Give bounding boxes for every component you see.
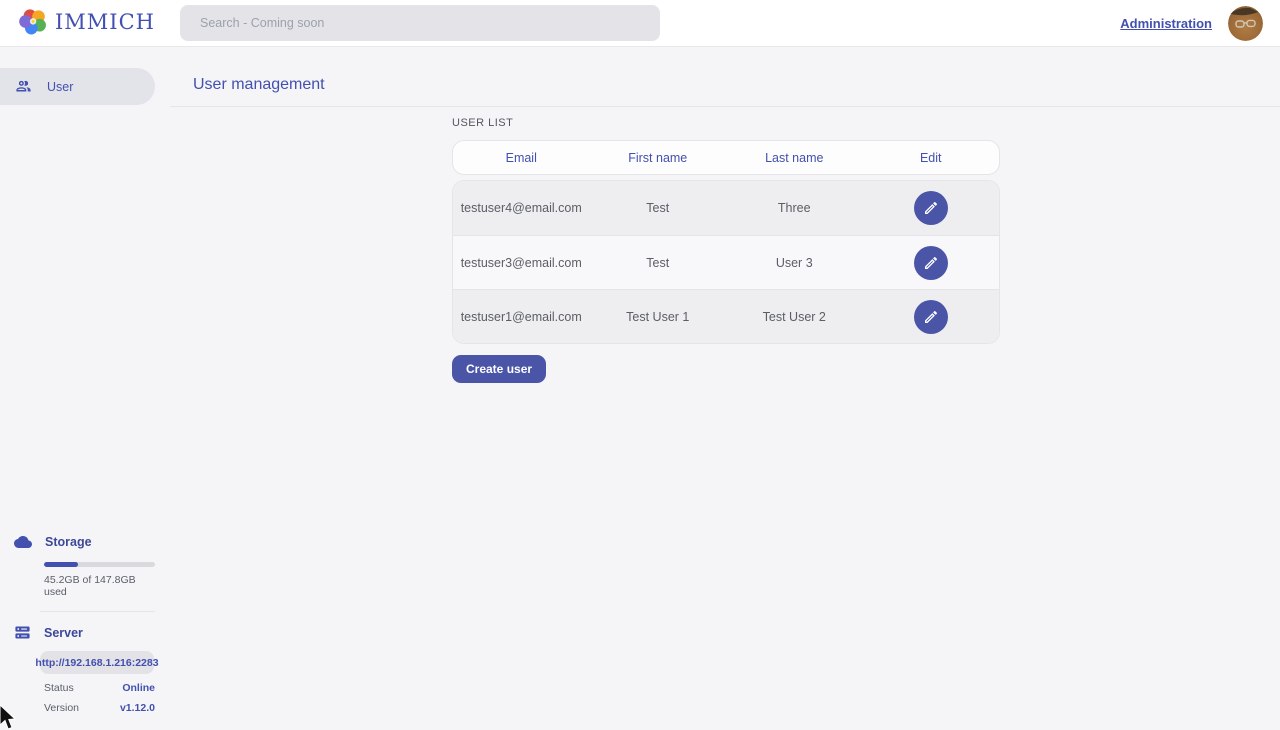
server-status-row: Status Online [44,682,155,694]
storage-heading: Storage [14,533,155,551]
version-label: Version [44,702,79,714]
section-label: USER LIST [452,117,1000,129]
sidebar-status-panel: Storage 45.2GB of 147.8GB used Server [0,533,170,730]
sidebar-item-label: User [47,80,73,94]
immich-admin-app: IMMICH Administration [0,0,1280,730]
pencil-icon [923,255,939,271]
cell-email: testuser1@email.com [453,310,590,324]
table-row: testuser4@email.com Test Three [453,181,999,235]
user-list-section: USER LIST Email First name Last name Edi… [452,117,1000,383]
edit-user-button[interactable] [914,246,948,280]
cloud-icon [14,533,32,551]
server-url-badge: http://192.168.1.216:2283 [40,651,154,674]
user-avatar[interactable] [1228,6,1263,41]
version-value: v1.12.0 [120,702,155,714]
main-content: User management USER LIST Email First na… [170,47,1280,730]
status-value: Online [122,682,155,694]
sidebar: User Storage 45.2GB of 147.8GB used [0,47,170,730]
cell-first-name: Test [590,256,727,270]
top-header: IMMICH Administration [0,0,1280,47]
cell-first-name: Test [590,201,727,215]
pencil-icon [923,200,939,216]
cell-first-name: Test User 1 [590,310,727,324]
immich-flower-icon [19,7,48,36]
server-heading: Server [14,624,155,641]
avatar-photo [1228,6,1263,41]
table-row: testuser1@email.com Test User 1 Test Use… [453,289,999,343]
title-divider [170,106,1280,107]
sidebar-divider [40,611,155,612]
column-header-email: Email [453,151,590,165]
server-title: Server [44,626,83,640]
users-icon [15,78,32,95]
sidebar-item-user[interactable]: User [0,68,155,105]
server-icon [14,624,31,641]
cell-email: testuser3@email.com [453,256,590,270]
storage-usage-text: 45.2GB of 147.8GB used [44,574,155,598]
pencil-icon [923,309,939,325]
create-user-button[interactable]: Create user [452,355,546,383]
storage-progress-bar [44,562,155,567]
table-body: testuser4@email.com Test Three testuser3… [452,180,1000,344]
column-header-last-name: Last name [726,151,863,165]
storage-progress-fill [44,562,78,567]
administration-link[interactable]: Administration [1120,16,1212,31]
cell-last-name: Three [726,201,863,215]
search-input[interactable] [180,5,660,41]
app-logo[interactable]: IMMICH [19,7,155,36]
page-title: User management [193,76,325,94]
header-right-group: Administration [1120,0,1263,46]
table-row: testuser3@email.com Test User 3 [453,235,999,289]
status-label: Status [44,682,74,694]
server-version-row: Version v1.12.0 [44,702,155,714]
storage-title: Storage [45,535,92,549]
column-header-first-name: First name [590,151,727,165]
cell-email: testuser4@email.com [453,201,590,215]
cell-last-name: Test User 2 [726,310,863,324]
cell-last-name: User 3 [726,256,863,270]
edit-user-button[interactable] [914,191,948,225]
edit-user-button[interactable] [914,300,948,334]
logo-wordmark: IMMICH [55,10,155,34]
column-header-edit: Edit [863,151,1000,165]
table-header-row: Email First name Last name Edit [452,140,1000,175]
